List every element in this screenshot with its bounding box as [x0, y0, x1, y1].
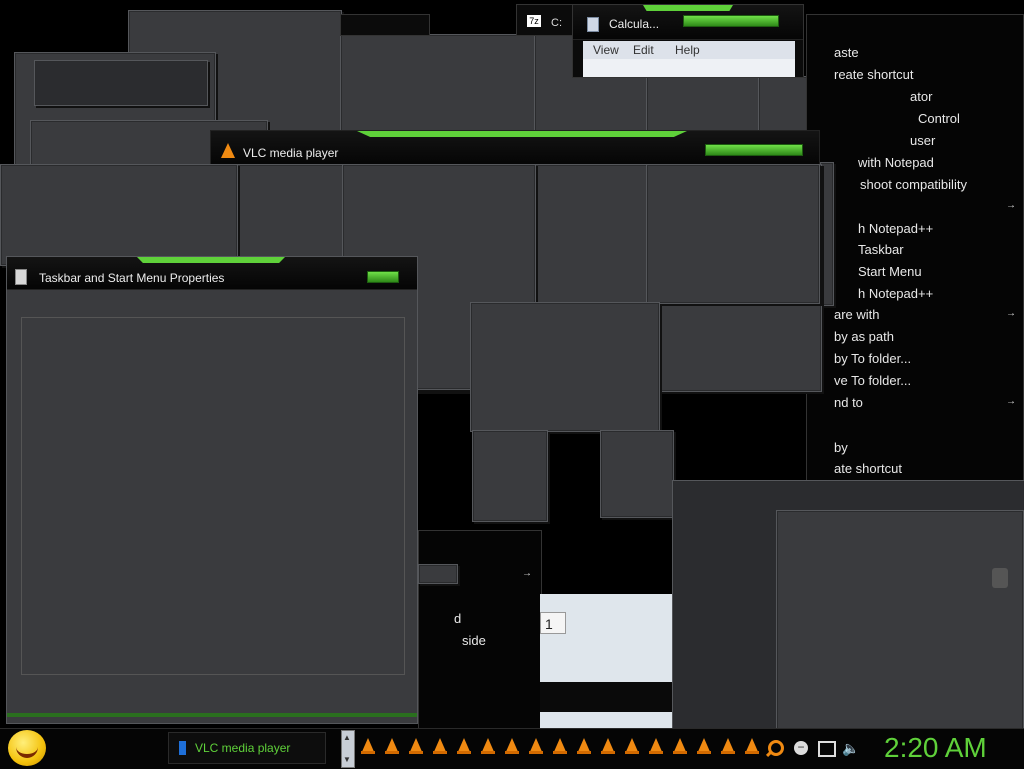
context-menu-item[interactable]: user [910, 133, 935, 148]
vlc-cone-icon[interactable] [529, 738, 543, 754]
start-button[interactable] [8, 730, 46, 766]
window-control-buttons[interactable] [683, 15, 779, 27]
background-window [34, 60, 208, 106]
context-menu-item[interactable]: nd to [834, 395, 863, 410]
context-menu-item[interactable]: by as path [834, 329, 894, 344]
vlc-cone-icon[interactable] [697, 738, 711, 754]
context-menu-item[interactable]: Start Menu [858, 264, 922, 279]
background-window [600, 430, 674, 518]
vlc-cone-icon[interactable] [601, 738, 615, 754]
calculator-title: Calcula... [609, 17, 660, 31]
context-menu [806, 14, 1024, 482]
number-field[interactable]: 1 [540, 612, 566, 634]
lower-menu-item[interactable]: side [462, 633, 486, 648]
vlc-cone-icon[interactable] [361, 738, 375, 754]
context-menu-item[interactable]: by [834, 440, 848, 455]
background-window [820, 162, 834, 306]
context-menu-item[interactable]: with Notepad [858, 155, 934, 170]
background-window [0, 164, 238, 266]
vlc-cone-icon[interactable] [505, 738, 519, 754]
context-menu-item[interactable]: ve To folder... [834, 373, 911, 388]
vlc-cone-icon[interactable] [457, 738, 471, 754]
vlc-cone-icon[interactable] [553, 738, 567, 754]
calculator-icon [587, 17, 599, 32]
context-menu-item[interactable]: aste [834, 45, 859, 60]
task-icon [179, 741, 186, 755]
context-menu-item[interactable]: h Notepad++ [858, 286, 933, 301]
context-menu-item[interactable]: by To folder... [834, 351, 911, 366]
speaker-icon [992, 568, 1008, 588]
context-menu-item[interactable]: reate shortcut [834, 67, 914, 82]
taskbar-properties-icon [15, 269, 27, 285]
context-menu-item[interactable]: Control [918, 111, 960, 126]
calculator-display [583, 59, 795, 77]
submenu-arrow: → [522, 568, 532, 579]
console-icon: 7z [527, 15, 541, 27]
background-window [472, 430, 548, 522]
vlc-cone-icon[interactable] [481, 738, 495, 754]
lower-menu-bar [418, 564, 458, 584]
context-menu-item[interactable]: ator [910, 89, 932, 104]
volume-icon[interactable]: 🔈 [842, 740, 859, 757]
context-menu-item[interactable]: Taskbar [858, 242, 904, 257]
calculator-menubar: View Edit Help [583, 41, 795, 59]
vlc-cone-icon[interactable] [625, 738, 639, 754]
chevron-down-icon: ▼ [343, 755, 351, 764]
taskbar-properties-title: Taskbar and Start Menu Properties [39, 271, 225, 285]
taskbar-scroll-button[interactable]: ▲ ▼ [341, 730, 355, 768]
properties-tab-content [21, 317, 405, 675]
vlc-cone-icon[interactable] [577, 738, 591, 754]
smiley-face-icon [16, 740, 38, 758]
context-menu-item[interactable]: ate shortcut [834, 461, 902, 476]
background-window [776, 510, 1024, 732]
submenu-arrow: → [1006, 308, 1016, 319]
task-label: VLC media player [195, 741, 291, 755]
background-window [646, 164, 820, 304]
menu-help[interactable]: Help [675, 43, 700, 57]
taskbar-task-vlc[interactable]: VLC media player [168, 732, 326, 764]
clock[interactable]: 2:20 AM [884, 732, 987, 764]
lower-menu-item[interactable]: d [454, 611, 461, 626]
context-menu-item[interactable]: are with [834, 307, 880, 322]
network-icon[interactable] [818, 741, 836, 757]
submenu-arrow: → [1006, 200, 1016, 211]
vlc-cone-icon[interactable] [433, 738, 447, 754]
vlc-cone-icon[interactable] [721, 738, 735, 754]
background-window [340, 34, 538, 132]
vlc-window[interactable]: VLC media player [210, 130, 820, 166]
vlc-cone-icon[interactable] [409, 738, 423, 754]
menu-edit[interactable]: Edit [633, 43, 654, 57]
submenu-arrow: → [1006, 396, 1016, 407]
lower-menu [418, 530, 542, 730]
context-menu-item[interactable]: h Notepad++ [858, 221, 933, 236]
background-window [340, 14, 430, 36]
vlc-cone-icon[interactable] [673, 738, 687, 754]
minus-circle-icon[interactable]: − [794, 741, 808, 755]
chevron-up-icon: ▲ [343, 733, 351, 742]
window-control-buttons[interactable] [705, 144, 803, 156]
context-menu-item[interactable]: shoot compatibility [860, 177, 967, 192]
background-window [470, 302, 660, 432]
console-window[interactable]: 7z C: [516, 4, 578, 36]
console-title: C: [551, 17, 562, 29]
menu-view[interactable]: View [593, 43, 619, 57]
vlc-cone-icon[interactable] [649, 738, 663, 754]
calculator-window[interactable]: Calcula... View Edit Help [572, 4, 804, 78]
vlc-title: VLC media player [243, 146, 339, 160]
context-menu-header [807, 15, 1023, 23]
vlc-cone-icon [221, 143, 235, 158]
taskbar-properties-window[interactable]: Taskbar and Start Menu Properties [6, 256, 418, 724]
vlc-cone-icon[interactable] [745, 738, 759, 754]
window-control-buttons[interactable] [367, 271, 399, 283]
vlc-cone-icon[interactable] [385, 738, 399, 754]
properties-bottom-bar [7, 713, 417, 717]
